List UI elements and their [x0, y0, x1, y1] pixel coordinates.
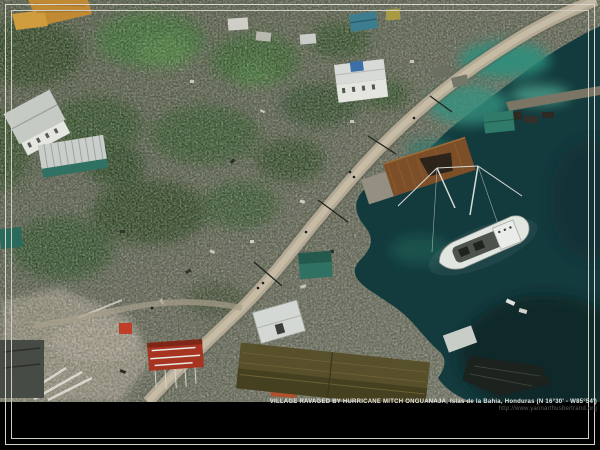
small-red-roof: [119, 323, 132, 334]
teal-house-mid: [298, 251, 333, 279]
photo-area: [0, 0, 600, 415]
roofless-building: [0, 340, 44, 398]
yellow-shack: [386, 8, 401, 20]
white-shack-2: [256, 31, 272, 42]
teal-stilt-house: [483, 110, 515, 133]
caption: VILLAGE RAVAGED BY HURRICANE MITCH ONGUA…: [270, 399, 597, 413]
hurricane-village-photo: [0, 0, 600, 450]
blue-tarp: [350, 61, 364, 73]
white-shack-3: [300, 33, 317, 44]
teal-house-left: [0, 227, 23, 249]
white-shack: [228, 17, 249, 30]
photo-credit-url: http://www.yannarthusbertrand.org: [270, 406, 597, 413]
photo-title: VILLAGE RAVAGED BY HURRICANE MITCH ONGUA…: [270, 399, 597, 406]
photo-card: VILLAGE RAVAGED BY HURRICANE MITCH ONGUA…: [0, 0, 600, 450]
white-building-tarp: [334, 58, 388, 103]
